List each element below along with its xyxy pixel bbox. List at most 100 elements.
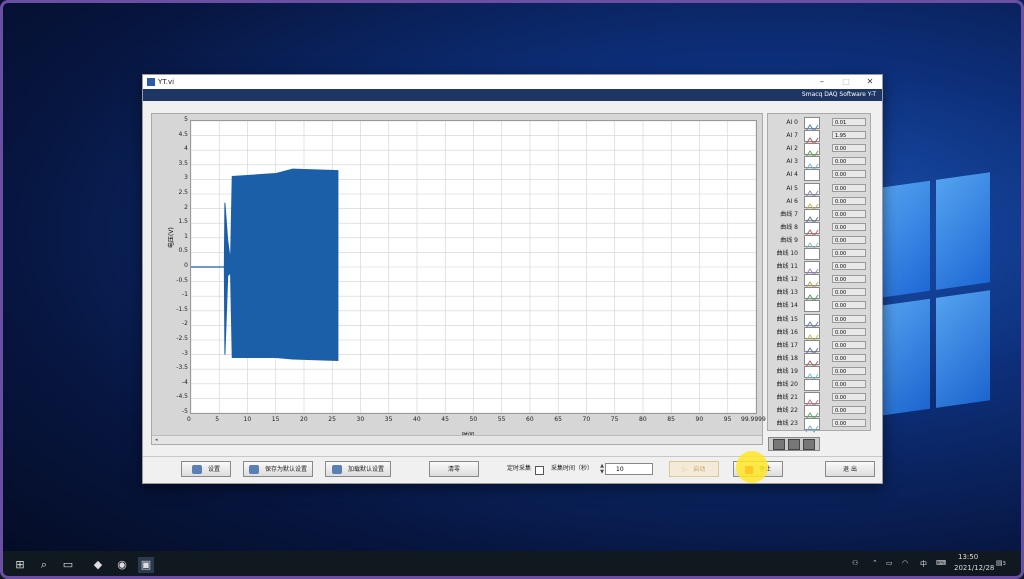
channel-row[interactable]: 曲线 17 0.00 [768, 339, 870, 355]
maximize-button[interactable]: □ [834, 75, 858, 89]
channel-row[interactable]: AI 4 0.00 [768, 168, 870, 182]
x-tick-label: 80 [639, 416, 647, 423]
channel-plot-style-icon[interactable] [804, 234, 820, 250]
graph-scrollbar[interactable]: ◂ [152, 435, 762, 444]
channel-plot-style-icon[interactable] [804, 418, 820, 434]
start-button[interactable]: ▷ 启动 [669, 461, 719, 477]
channel-plot-style-icon[interactable] [804, 300, 820, 313]
channel-plot-style-icon[interactable] [804, 405, 820, 421]
labview-task-icon[interactable]: ▣ [138, 557, 154, 573]
channel-row[interactable]: AI 6 0.00 [768, 195, 870, 211]
y-tick-label: -5 [182, 408, 188, 415]
channel-value: 0.01 [832, 118, 866, 126]
y-tick-label: -3 [182, 349, 188, 357]
channel-plot-style-icon[interactable] [804, 379, 820, 391]
channel-plot-style-icon[interactable] [804, 287, 820, 303]
channel-row[interactable]: 曲线 10 0.00 [768, 247, 870, 260]
graph-palette-tools[interactable] [768, 437, 820, 451]
browser-icon[interactable]: ◉ [114, 557, 130, 573]
cursor-tool-icon[interactable] [773, 438, 785, 450]
channel-plot-style-icon[interactable] [804, 143, 820, 159]
y-tick-label: 3.5 [178, 159, 188, 167]
channel-value: 0.00 [832, 393, 866, 402]
channel-row[interactable]: 曲线 22 0.00 [768, 404, 870, 421]
channel-plot-style-icon[interactable] [804, 365, 820, 381]
save-default-label: 保存为默认设置 [264, 466, 307, 473]
app-pinned-icon[interactable]: ◆ [90, 557, 106, 573]
save-default-button[interactable]: 保存为默认设置 [243, 461, 313, 477]
channel-plot-style-icon[interactable] [804, 182, 820, 198]
channel-name: 曲线 9 [780, 236, 798, 244]
channel-plot-style-icon[interactable] [804, 326, 820, 342]
channel-row[interactable]: AI 2 0.00 [768, 142, 870, 159]
settings-button[interactable]: 设置 [181, 461, 231, 477]
exit-button[interactable]: 退 出 [825, 461, 875, 477]
battery-icon[interactable]: ▭ [886, 559, 893, 567]
channel-plot-style-icon[interactable] [804, 352, 820, 368]
clock-time[interactable]: 13:50 [958, 553, 978, 561]
channel-row[interactable]: AI 3 0.00 [768, 155, 870, 172]
channel-row[interactable]: 曲线 8 0.00 [768, 221, 870, 237]
channel-plot-style-icon[interactable] [804, 208, 820, 224]
search-icon[interactable]: ⌕ [36, 557, 52, 573]
channel-row[interactable]: AI 7 1.95 [768, 129, 870, 145]
clock-date[interactable]: 2021/12/28 [954, 564, 994, 572]
channel-plot-style-icon[interactable] [804, 261, 820, 276]
language-icon[interactable]: ⌨ [936, 559, 946, 567]
chevron-up-icon[interactable]: ⌃ [872, 559, 878, 567]
people-icon[interactable]: ⚇ [852, 559, 858, 567]
ime-indicator[interactable]: 中 [920, 559, 927, 569]
channel-name: 曲线 15 [776, 315, 798, 323]
channel-value: 0.00 [832, 419, 866, 428]
channel-row[interactable]: 曲线 12 0.00 [768, 273, 870, 290]
channel-row[interactable]: 曲线 11 0.00 [768, 260, 870, 276]
channel-row[interactable]: 曲线 18 0.00 [768, 352, 870, 368]
channel-row[interactable]: 曲线 14 0.00 [768, 299, 870, 313]
channel-row[interactable]: 曲线 9 0.00 [768, 234, 870, 250]
channel-row[interactable]: AI 0 0.01 [768, 116, 870, 132]
channel-row[interactable]: 曲线 19 0.00 [768, 365, 870, 381]
channel-row[interactable]: 曲线 16 0.00 [768, 326, 870, 342]
start-menu-icon[interactable]: ⊞ [12, 557, 28, 573]
minimize-button[interactable]: – [810, 75, 834, 89]
channel-name: 曲线 8 [780, 223, 798, 231]
channel-name: 曲线 21 [776, 394, 798, 402]
close-button[interactable]: ✕ [858, 75, 882, 89]
channel-plot-style-icon[interactable] [804, 221, 820, 237]
channel-row[interactable]: 曲线 20 0.00 [768, 378, 870, 391]
channel-plot-style-icon[interactable] [804, 392, 820, 407]
timed-acq-checkbox[interactable] [535, 466, 544, 475]
channel-row[interactable]: AI 5 0.00 [768, 182, 870, 198]
y-tick-label: -4 [182, 378, 188, 386]
channel-row[interactable]: 曲线 13 0.00 [768, 286, 870, 303]
channel-row[interactable]: 曲线 7 0.00 [768, 208, 870, 224]
channel-plot-style-icon[interactable] [804, 169, 820, 182]
clear-button[interactable]: 清零 [429, 461, 479, 477]
channel-name: 曲线 16 [776, 328, 798, 336]
notification-icon[interactable]: ▤3 [996, 559, 1006, 567]
x-tick-label: 95 [723, 416, 732, 423]
channel-value: 0.00 [832, 288, 866, 297]
channel-row[interactable]: 曲线 23 0.00 [768, 417, 870, 434]
acq-time-input[interactable]: 10 [605, 463, 653, 475]
load-default-button[interactable]: 加载默认设置 [325, 461, 391, 477]
channel-plot-style-icon[interactable] [804, 195, 820, 211]
channel-plot-style-icon[interactable] [804, 313, 820, 329]
channel-row[interactable]: 曲线 15 0.00 [768, 313, 870, 329]
pan-tool-icon[interactable] [803, 438, 815, 450]
channel-plot-style-icon[interactable] [804, 130, 820, 145]
channel-plot-style-icon[interactable] [804, 248, 820, 260]
channel-plot-style-icon[interactable] [804, 156, 820, 172]
network-icon[interactable]: ◠ [902, 559, 908, 567]
channel-plot-style-icon[interactable] [804, 339, 820, 355]
channel-plot-style-icon[interactable] [804, 274, 820, 290]
zoom-tool-icon[interactable] [788, 438, 800, 450]
scroll-left-arrow[interactable]: ◂ [152, 437, 158, 443]
channel-name: 曲线 19 [776, 367, 798, 375]
channel-value: 0.00 [832, 340, 866, 349]
channel-row[interactable]: 曲线 21 0.00 [768, 391, 870, 407]
mouse-highlight [736, 451, 768, 483]
task-view-icon[interactable]: ▭ [60, 557, 76, 573]
channel-plot-style-icon[interactable] [804, 117, 820, 132]
plot-area[interactable] [190, 120, 757, 414]
